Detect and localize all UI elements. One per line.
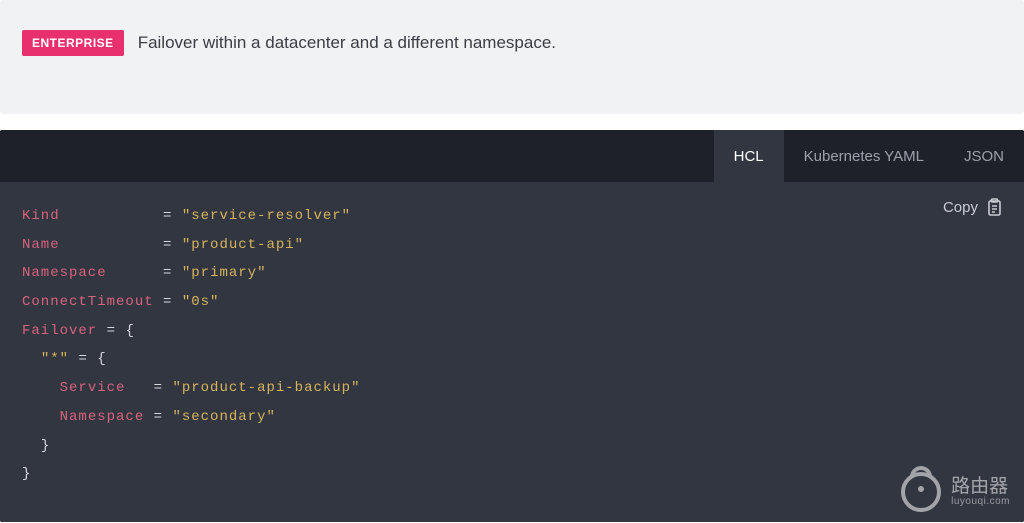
tab-kubernetes-yaml[interactable]: Kubernetes YAML	[784, 130, 944, 182]
alert-box: ENTERPRISE Failover within a datacenter …	[0, 0, 1024, 114]
code-panel: HCL Kubernetes YAML JSON Copy Kind = "se…	[0, 130, 1024, 522]
code-body: Copy Kind = "service-resolver" Name = "p…	[0, 182, 1024, 522]
tab-json[interactable]: JSON	[944, 130, 1024, 182]
copy-label: Copy	[943, 199, 978, 216]
clipboard-icon	[986, 198, 1002, 216]
code-block: Kind = "service-resolver" Name = "produc…	[22, 202, 1002, 489]
tab-bar: HCL Kubernetes YAML JSON	[0, 130, 1024, 182]
copy-button[interactable]: Copy	[943, 198, 1002, 216]
alert-text: Failover within a datacenter and a diffe…	[138, 33, 556, 53]
enterprise-badge: ENTERPRISE	[22, 30, 124, 56]
tab-hcl[interactable]: HCL	[714, 130, 784, 182]
watermark-subtitle: luyouqi.com	[951, 497, 1010, 508]
